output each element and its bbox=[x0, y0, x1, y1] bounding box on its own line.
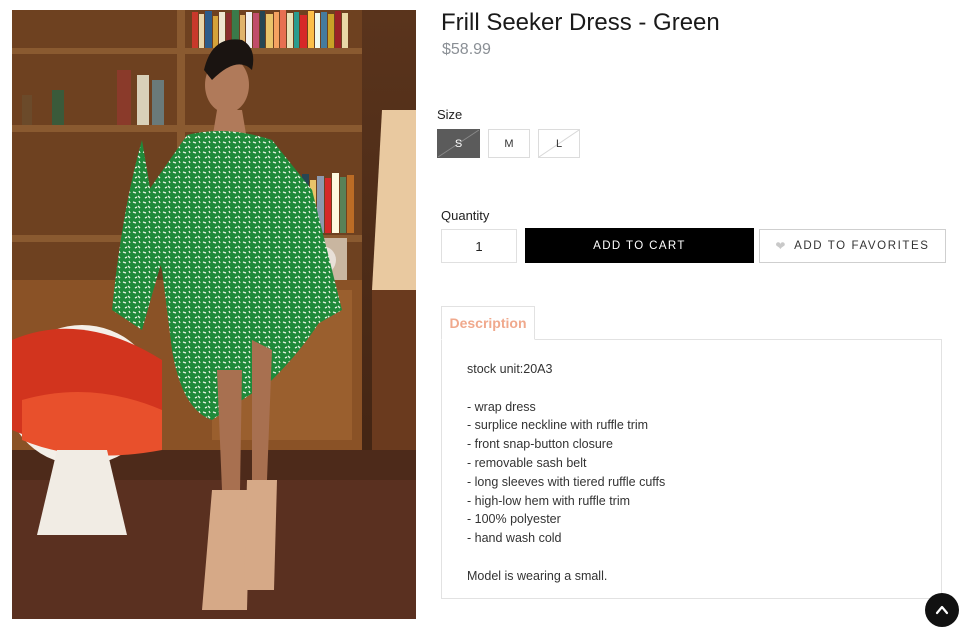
scroll-to-top-button[interactable] bbox=[925, 593, 959, 627]
chevron-up-icon bbox=[935, 605, 949, 615]
quantity-input[interactable] bbox=[441, 229, 517, 263]
size-label: Size bbox=[437, 107, 463, 122]
quantity-label: Quantity bbox=[441, 208, 490, 223]
add-to-cart-button[interactable]: ADD TO CART bbox=[525, 228, 754, 263]
size-option-m[interactable]: M bbox=[488, 129, 530, 158]
sku-line: stock unit:20A3 bbox=[467, 362, 553, 376]
size-option-label: L bbox=[555, 137, 563, 150]
list-item: - front snap-button closure bbox=[467, 437, 613, 452]
heart-icon: ❤ bbox=[775, 239, 788, 253]
size-option-s[interactable]: S bbox=[437, 129, 480, 158]
list-item: - long sleeves with tiered ruffle cuffs bbox=[467, 474, 666, 489]
add-to-cart-label: ADD TO CART bbox=[593, 239, 686, 252]
list-item: - hand wash cold bbox=[467, 531, 562, 546]
add-to-favorites-button[interactable]: ❤ ADD TO FAVORITES bbox=[759, 229, 946, 263]
tab-description[interactable]: Description bbox=[441, 306, 535, 340]
list-item: - 100% polyester bbox=[467, 512, 561, 527]
size-option-label: M bbox=[504, 137, 514, 150]
product-title: Frill Seeker Dress - Green bbox=[441, 9, 720, 36]
list-item: - surplice neckline with ruffle trim bbox=[467, 418, 649, 433]
list-item: - wrap dress bbox=[467, 399, 536, 414]
description-panel: stock unit:20A3 - wrap dress - surplice … bbox=[441, 339, 942, 599]
product-price: $58.99 bbox=[442, 41, 491, 58]
size-option-label: S bbox=[454, 137, 463, 150]
list-item: - removable sash belt bbox=[467, 455, 587, 470]
list-item: - high-low hem with ruffle trim bbox=[467, 493, 631, 508]
size-option-l[interactable]: L bbox=[538, 129, 580, 158]
model-note: Model is wearing a small. bbox=[467, 568, 608, 583]
feature-list: - wrap dress - surplice neckline with ru… bbox=[467, 398, 916, 548]
tab-label: Description bbox=[449, 315, 527, 331]
product-image[interactable] bbox=[12, 10, 416, 619]
add-to-favorites-label: ADD TO FAVORITES bbox=[794, 240, 930, 252]
